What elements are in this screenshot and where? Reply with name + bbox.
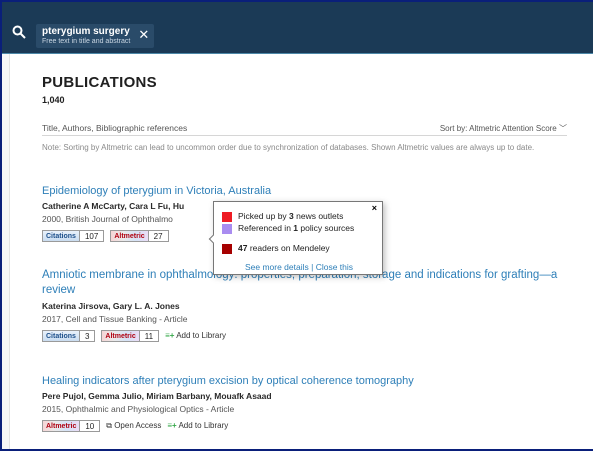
filter-input[interactable]: Title, Authors, Bibliographic references <box>42 123 187 133</box>
citations-count: 3 <box>79 329 96 342</box>
close-this-link[interactable]: Close this <box>316 262 353 272</box>
add-to-library-button[interactable]: ≡+ Add to Library <box>165 331 226 340</box>
altmetric-popup: × Picked up by 3 news outlets Referenced… <box>208 201 384 275</box>
item-authors: Pere Pujol, Gemma Julio, Miriam Barbany,… <box>42 391 272 401</box>
search-query-chip[interactable]: pterygium surgery Free text in title and… <box>36 24 155 48</box>
altmetric-score: 10 <box>80 419 101 432</box>
sorting-note: Note: Sorting by Altmetric can lead to u… <box>42 143 535 152</box>
add-to-library-label: Add to Library <box>176 331 226 340</box>
item-meta: 2017, Cell and Tissue Banking - Article <box>42 314 188 324</box>
item-title-link[interactable]: Healing indicators after pterygium excis… <box>42 374 582 388</box>
item-authors: Katerina Jirsova, Gary L. A. Jones <box>42 301 180 311</box>
readers-suffix: readers on Mendeley <box>247 243 330 253</box>
altmetric-badge[interactable]: Altmetric 27 <box>110 229 169 242</box>
filter-row: Title, Authors, Bibliographic references… <box>42 122 567 136</box>
altmetric-badge-label: Altmetric <box>101 329 140 342</box>
close-icon[interactable]: ✕ <box>138 28 149 42</box>
citations-badge-label: Citations <box>42 229 80 242</box>
policy-suffix: policy sources <box>298 223 355 233</box>
news-text: Picked up by 3 news outlets <box>238 211 343 221</box>
page-title: PUBLICATIONS <box>42 74 157 91</box>
external-link-icon: ⧉ <box>106 420 112 430</box>
citations-badge[interactable]: Citations 107 <box>42 229 105 242</box>
citations-count: 107 <box>79 229 105 242</box>
item-badges: Altmetric 10 ⧉ Open Access ≡+ Add to Lib… <box>42 419 582 432</box>
search-query-text: pterygium surgery <box>42 26 130 37</box>
mendeley-text: 47 readers on Mendeley <box>238 243 330 253</box>
policy-text: Referenced in 1 policy sources <box>238 223 354 233</box>
add-to-library-label: Add to Library <box>178 421 229 430</box>
item-title-link[interactable]: Epidemiology of pterygium in Victoria, A… <box>42 184 582 198</box>
left-panel-edge <box>2 54 10 449</box>
open-access-link[interactable]: ⧉ Open Access <box>106 421 161 431</box>
altmetric-badge[interactable]: Altmetric 10 <box>42 419 101 432</box>
citations-badge-label: Citations <box>42 329 80 342</box>
search-icon[interactable] <box>12 25 26 39</box>
altmetric-score: 11 <box>139 329 160 342</box>
link-separator: | <box>308 262 316 272</box>
sort-label: Sort by: Altmetric Attention Score <box>439 124 557 133</box>
citations-badge[interactable]: Citations 3 <box>42 329 96 342</box>
mendeley-color-square <box>222 244 232 254</box>
sort-dropdown[interactable]: Sort by: Altmetric Attention Score ﹀ <box>440 123 567 134</box>
see-more-details-link[interactable]: See more details <box>245 262 309 272</box>
list-item: Healing indicators after pterygium excis… <box>42 374 582 432</box>
open-access-label: Open Access <box>114 420 162 430</box>
item-badges: Citations 3 Altmetric 11 ≡+ Add to Libra… <box>42 329 582 342</box>
item-meta: 2015, Ophthalmic and Physiological Optic… <box>42 404 235 414</box>
add-to-library-button[interactable]: ≡+ Add to Library <box>167 421 228 430</box>
close-icon[interactable]: × <box>372 203 377 213</box>
publications-count: 1,040 <box>42 95 65 105</box>
news-prefix: Picked up by <box>238 211 290 221</box>
popup-links: See more details | Close this <box>214 262 384 272</box>
altmetric-badge-label: Altmetric <box>110 229 149 242</box>
search-bar: pterygium surgery Free text in title and… <box>2 2 593 54</box>
add-to-library-icon: ≡+ <box>167 421 177 430</box>
chevron-down-icon: ﹀ <box>556 124 567 133</box>
news-color-square <box>222 212 232 222</box>
policy-prefix: Referenced in <box>238 223 294 233</box>
altmetric-score: 27 <box>148 229 169 242</box>
add-to-library-icon: ≡+ <box>165 331 175 340</box>
altmetric-badge[interactable]: Altmetric 11 <box>101 329 160 342</box>
news-suffix: news outlets <box>293 211 344 221</box>
policy-color-square <box>222 224 232 234</box>
list-item: Amniotic membrane in ophthalmology: prop… <box>42 268 582 342</box>
altmetric-badge-label: Altmetric <box>42 419 81 432</box>
app-frame: pterygium surgery Free text in title and… <box>0 0 593 451</box>
search-scope-text: Free text in title and abstract <box>42 38 131 45</box>
